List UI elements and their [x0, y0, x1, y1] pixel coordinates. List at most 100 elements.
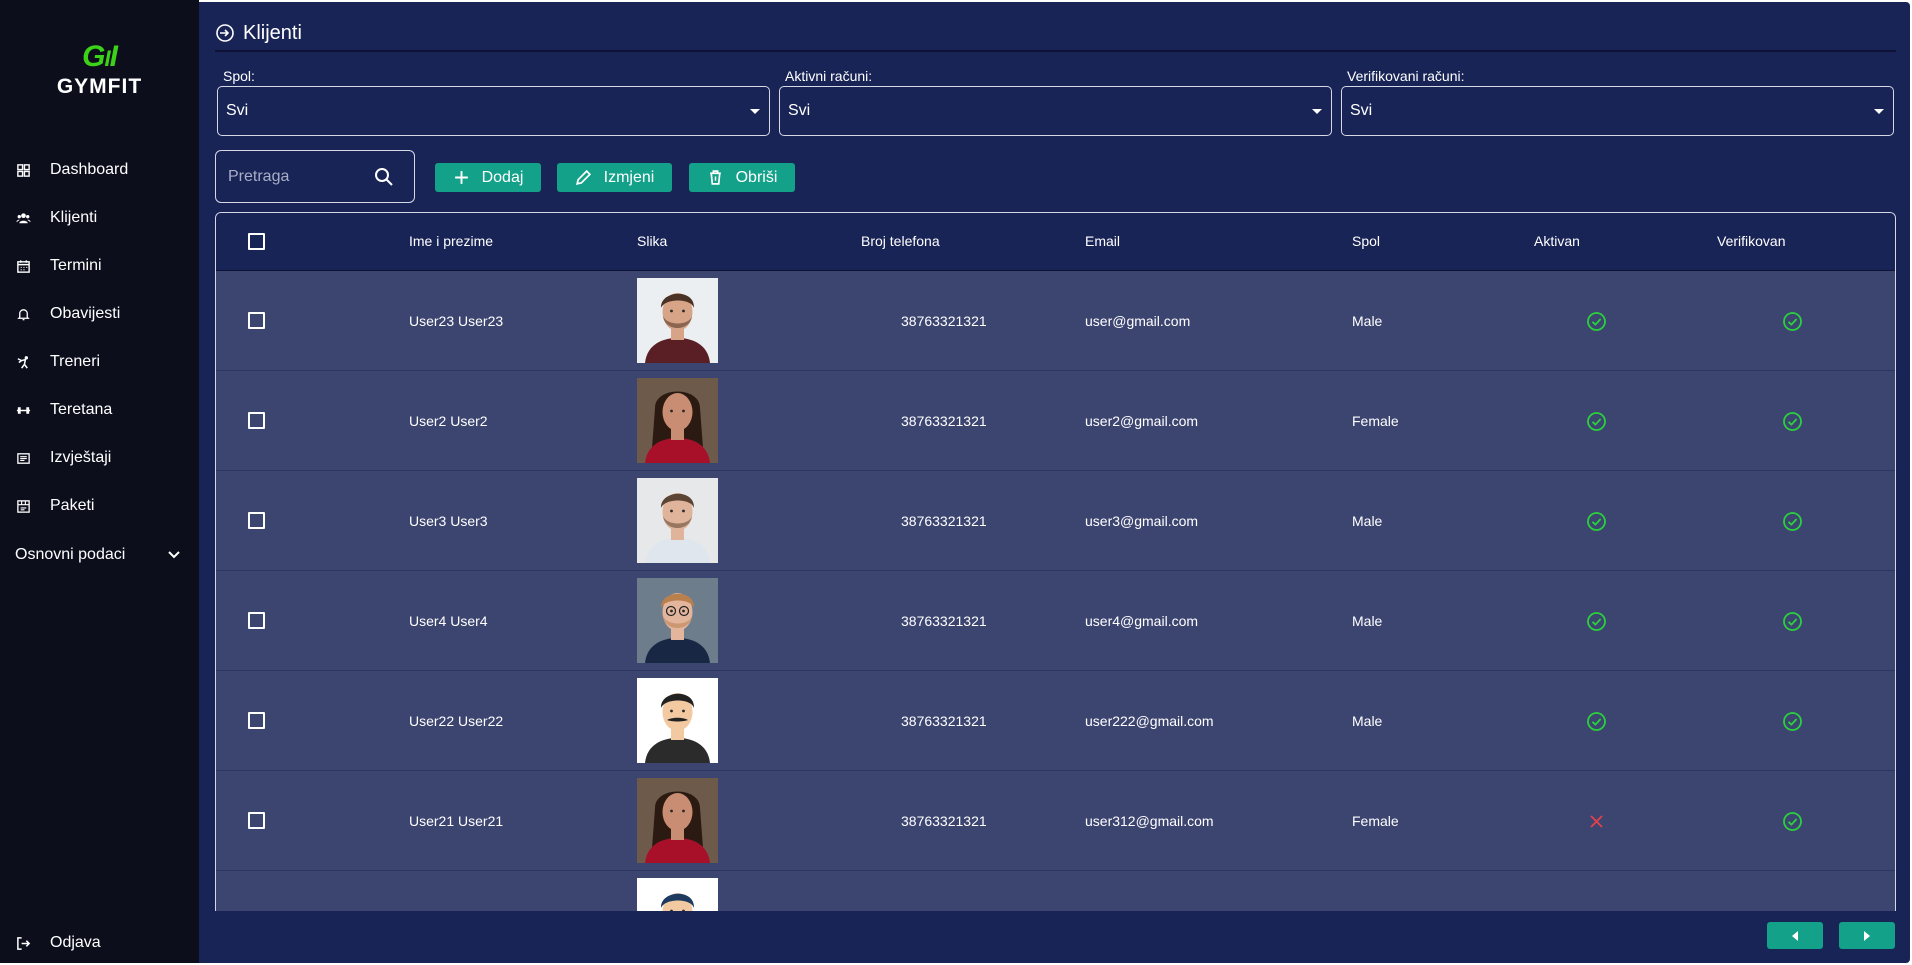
row-checkbox[interactable] [248, 412, 265, 429]
column-header-verified[interactable]: Verifikovan [1717, 213, 1785, 270]
table-row[interactable]: User23 User23 38763321321 user@gmail.com Ma… [216, 271, 1895, 371]
calendar-icon [14, 257, 32, 275]
cell-gender: Male [1352, 713, 1383, 729]
users-icon [14, 209, 32, 227]
sidebar-item-obavijesti[interactable]: Obavijesti [0, 296, 199, 332]
plus-icon [454, 171, 468, 184]
table-row[interactable]: User4 User4 38763321321 user4@gmail.com Mal… [216, 571, 1895, 671]
sidebar-item-label: Obavijesti [50, 305, 121, 322]
delete-button[interactable]: Obriši [689, 163, 795, 192]
table-row[interactable]: User21 User21 38763321321 user312@gmail.co… [216, 771, 1895, 871]
filter-aktivni: Aktivni računi: Svi [779, 68, 1332, 136]
avatar [637, 478, 718, 563]
logo: GII GYMFIT [0, 42, 199, 98]
logo-mark: GII [82, 40, 118, 73]
table-row[interactable] [216, 871, 1895, 911]
sidebar-item-treneri[interactable]: Treneri [0, 344, 199, 380]
column-header-name[interactable]: Ime i prezime [409, 213, 493, 270]
add-button-label: Dodaj [481, 168, 524, 186]
trash-icon [709, 170, 721, 185]
verified-check-icon [1782, 711, 1803, 732]
inactive-x-icon [1586, 811, 1607, 832]
add-button[interactable]: Dodaj [435, 163, 541, 192]
cell-phone: 38763321321 [901, 413, 987, 429]
cell-email: user4@gmail.com [1085, 613, 1199, 629]
column-header-email[interactable]: Email [1085, 213, 1120, 270]
filter-value: Svi [226, 102, 249, 119]
caret-down-icon [1312, 108, 1322, 114]
delete-button-label: Obriši [735, 168, 778, 186]
sidebar-group-osnovni-podaci[interactable]: Osnovni podaci [0, 537, 199, 573]
cell-gender: Female [1352, 413, 1399, 429]
cell-phone: 38763321321 [901, 713, 987, 729]
sidebar-item-termini[interactable]: Termini [0, 248, 199, 284]
verified-check-icon [1782, 811, 1803, 832]
sidebar-item-teretana[interactable]: Teretana [0, 392, 199, 428]
search-box [215, 150, 415, 203]
trainer-icon [14, 353, 32, 371]
sidebar-item-klijenti[interactable]: Klijenti [0, 200, 199, 236]
logout-icon [14, 934, 32, 952]
sidebar-item-label: Dashboard [50, 161, 129, 178]
sidebar-item-paketi[interactable]: Paketi [0, 488, 199, 524]
cell-name: User21 User21 [409, 813, 504, 829]
cell-phone: 38763321321 [901, 613, 987, 629]
page-header: Klijenti [215, 16, 1896, 52]
verified-check-icon [1782, 511, 1803, 532]
filter-verifikovani: Verifikovani računi: Svi [1341, 68, 1894, 136]
login-icon [216, 24, 234, 42]
sidebar-item-dashboard[interactable]: Dashboard [0, 152, 199, 188]
avatar [637, 278, 718, 363]
chevron-down-icon [168, 551, 180, 559]
filter-verifikovani-select[interactable]: Svi [1341, 86, 1894, 136]
cell-gender: Male [1352, 613, 1383, 629]
previous-page-button[interactable] [1767, 922, 1823, 949]
select-all-checkbox[interactable] [248, 233, 265, 250]
filter-spol-select[interactable]: Svi [217, 86, 770, 136]
avatar [637, 378, 718, 463]
filter-label: Aktivni računi: [785, 68, 873, 84]
cell-phone: 38763321321 [901, 813, 987, 829]
table-row[interactable]: User22 User22 38763321321 user222@gmail.co… [216, 671, 1895, 771]
arrow-right-icon [1864, 930, 1870, 941]
sidebar-item-label: Klijenti [50, 209, 98, 226]
row-checkbox[interactable] [248, 712, 265, 729]
next-page-button[interactable] [1839, 922, 1895, 949]
bell-icon [14, 305, 32, 323]
avatar [637, 678, 718, 763]
package-icon [14, 497, 32, 515]
row-checkbox[interactable] [248, 812, 265, 829]
column-header-gender[interactable]: Spol [1352, 213, 1380, 270]
edit-button-label: Izmjeni [603, 168, 655, 186]
search-icon[interactable] [374, 167, 394, 187]
search-input[interactable] [228, 167, 358, 186]
cell-name: User2 User2 [409, 413, 488, 429]
column-header-active[interactable]: Aktivan [1534, 213, 1580, 270]
cell-email: user2@gmail.com [1085, 413, 1199, 429]
caret-down-icon [750, 108, 760, 114]
active-check-icon [1586, 611, 1607, 632]
row-checkbox[interactable] [248, 612, 265, 629]
row-checkbox[interactable] [248, 512, 265, 529]
arrow-left-icon [1792, 930, 1798, 941]
sidebar-item-label: Paketi [50, 497, 95, 514]
table-row[interactable]: User2 User2 38763321321 user2@gmail.com Fem… [216, 371, 1895, 471]
cell-email: user@gmail.com [1085, 313, 1191, 329]
column-header-phone[interactable]: Broj telefona [861, 213, 940, 270]
column-header-photo[interactable]: Slika [637, 213, 667, 270]
logo-text: GYMFIT [56, 75, 143, 98]
main-content: Klijenti Spol: Svi Aktivni računi: Svi V… [199, 2, 1910, 963]
row-checkbox[interactable] [248, 312, 265, 329]
filter-aktivni-select[interactable]: Svi [779, 86, 1332, 136]
sidebar-item-izvje-taji[interactable]: Izvještaji [0, 440, 199, 476]
sidebar-item-label: Teretana [50, 401, 113, 418]
active-check-icon [1586, 511, 1607, 532]
table-row[interactable]: User3 User3 38763321321 user3@gmail.com Mal… [216, 471, 1895, 571]
caret-down-icon [1874, 108, 1884, 114]
verified-check-icon [1782, 311, 1803, 332]
cell-gender: Female [1352, 813, 1399, 829]
logout-button[interactable]: Odjava [0, 925, 199, 961]
edit-button[interactable]: Izmjeni [557, 163, 672, 192]
filter-spol: Spol: Svi [217, 68, 770, 136]
avatar [637, 878, 718, 911]
